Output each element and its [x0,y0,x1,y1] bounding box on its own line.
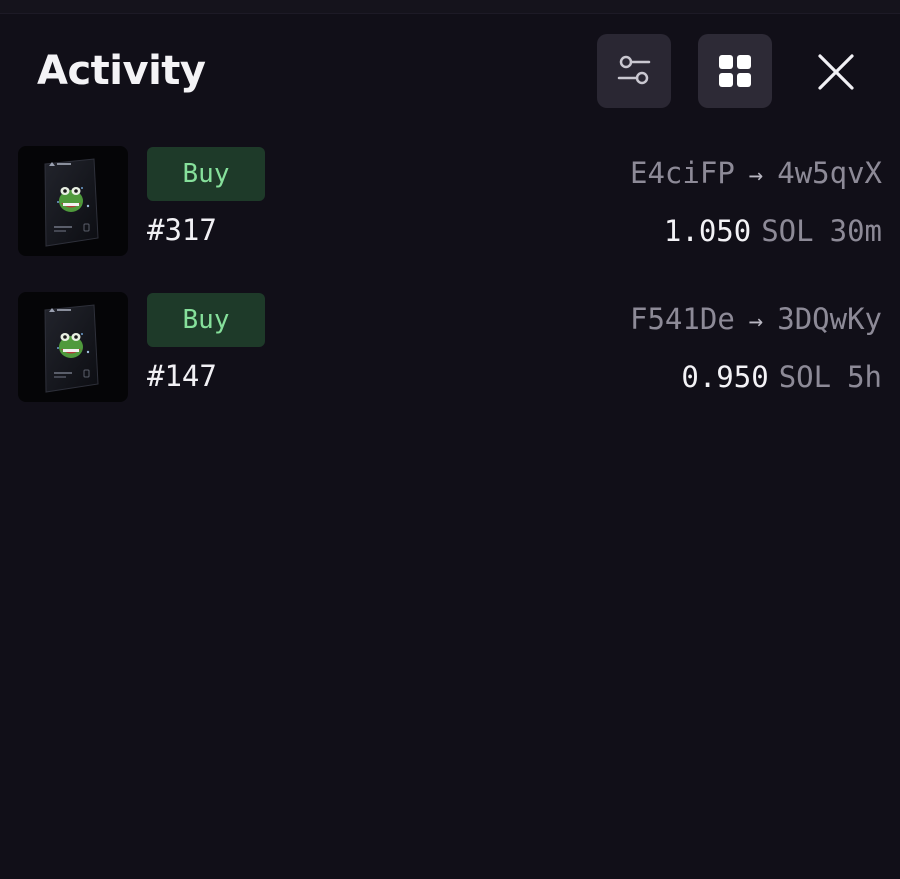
activity-type-badge: Buy [147,293,265,347]
arrow-right-icon: → [748,307,764,335]
filter-button[interactable] [597,34,671,108]
token-id[interactable]: #147 [147,356,217,396]
price-line: 0.950 SOL 5h [681,356,882,398]
price-currency: SOL [778,360,832,394]
price-amount: 1.050 [663,214,752,248]
grid-icon [719,55,751,87]
activity-age: 30m [829,214,882,248]
from-address[interactable]: E4ciFP [630,156,735,190]
top-edge [0,0,900,14]
transfer-addresses: F541De → 3DQwKy [630,298,882,342]
transfer-addresses: E4ciFP → 4w5qvX [630,152,882,196]
to-address[interactable]: 3DQwKy [777,302,882,336]
to-address[interactable]: 4w5qvX [777,156,882,190]
page-title: Activity [37,48,206,94]
price-amount: 0.950 [681,360,769,394]
price-line: 1.050 SOL 30m [664,210,882,252]
activity-row[interactable]: Buy #317 E4ciFP → 4w5qvX 1.050 SOL 30m [18,146,882,258]
sliders-icon [617,55,651,85]
nft-card-image [44,158,99,247]
token-id[interactable]: #317 [147,210,217,250]
arrow-right-icon: → [748,161,764,189]
nft-thumbnail[interactable] [18,146,128,256]
nft-thumbnail[interactable] [18,292,128,402]
close-button[interactable] [806,44,866,100]
price-currency: SOL [761,214,814,248]
grid-view-button[interactable] [698,34,772,108]
activity-row[interactable]: Buy #147 F541De → 3DQwKy 0.950 SOL 5h [18,292,882,404]
close-icon [818,54,854,90]
from-address[interactable]: F541De [630,302,735,336]
activity-type-badge: Buy [147,147,265,201]
activity-age: 5h [847,360,882,394]
nft-card-image [44,304,99,393]
